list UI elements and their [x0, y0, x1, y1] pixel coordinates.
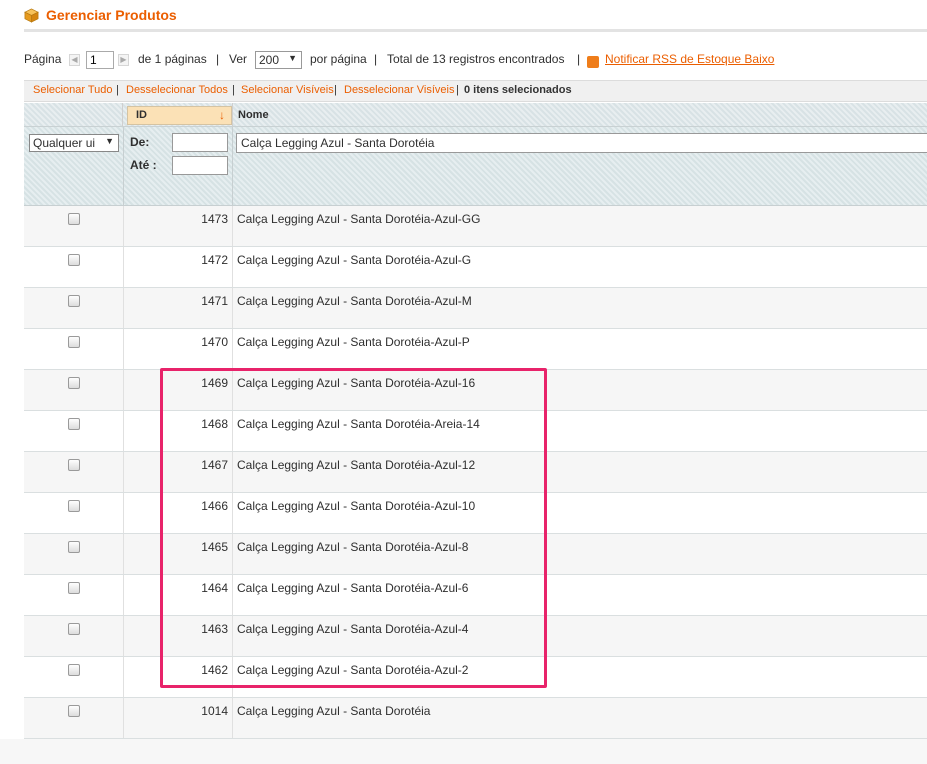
- row-id: 1465: [201, 540, 228, 554]
- unselect-all-link[interactable]: Desselecionar Todos: [126, 84, 228, 96]
- table-row[interactable]: 1469 Calça Legging Azul - Santa Dorotéia-…: [24, 370, 927, 411]
- id-column-label: ID: [136, 109, 147, 121]
- row-name: Calça Legging Azul - Santa Dorotéia-Azul…: [237, 294, 472, 308]
- separator: |: [334, 84, 337, 96]
- filter-select-value: Qualquer ui: [33, 136, 96, 150]
- row-id: 1463: [201, 622, 228, 636]
- next-page-icon[interactable]: ▶: [118, 54, 129, 66]
- separator: |: [232, 84, 235, 96]
- name-column-header[interactable]: Nome: [238, 109, 269, 121]
- table-row[interactable]: 1463 Calça Legging Azul - Santa Dorotéia-…: [24, 616, 927, 657]
- table-row[interactable]: 1466 Calça Legging Azul - Santa Dorotéia-…: [24, 493, 927, 534]
- filter-row: Qualquer ui ▼ De: Até : Calça Legging Az…: [24, 127, 927, 206]
- id-from-label: De:: [130, 135, 150, 149]
- massaction-bar: Selecionar Tudo | Desselecionar Todos | …: [24, 80, 927, 102]
- row-checkbox[interactable]: [68, 336, 80, 348]
- page-number-input[interactable]: [86, 51, 114, 69]
- table-row[interactable]: 1471 Calça Legging Azul - Santa Dorotéia-…: [24, 288, 927, 329]
- row-name: Calça Legging Azul - Santa Dorotéia: [237, 704, 431, 718]
- id-to-label: Até :: [130, 158, 157, 172]
- row-name: Calça Legging Azul - Santa Dorotéia-Azul…: [237, 253, 472, 267]
- row-checkbox[interactable]: [68, 582, 80, 594]
- row-id: 1473: [201, 212, 228, 226]
- separator: |: [456, 84, 459, 96]
- table-row[interactable]: 1465 Calça Legging Azul - Santa Dorotéia-…: [24, 534, 927, 575]
- prev-page-icon[interactable]: ◀: [69, 54, 80, 66]
- row-checkbox[interactable]: [68, 500, 80, 512]
- selected-count: 0 itens selecionados: [464, 84, 572, 96]
- box-icon: [24, 8, 39, 23]
- row-id: 1466: [201, 499, 228, 513]
- row-checkbox[interactable]: [68, 254, 80, 266]
- unselect-visible-link[interactable]: Desselecionar Visíveis: [344, 84, 454, 96]
- view-label: Ver: [229, 52, 248, 66]
- row-checkbox[interactable]: [68, 541, 80, 553]
- row-name: Calça Legging Azul - Santa Dorotéia-Azul…: [237, 540, 469, 554]
- sort-desc-icon: ↓: [219, 108, 225, 122]
- table-row[interactable]: 1467 Calça Legging Azul - Santa Dorotéia-…: [24, 452, 927, 493]
- row-name: Calça Legging Azul - Santa Dorotéia-Azul…: [237, 499, 476, 513]
- row-name: Calça Legging Azul - Santa Dorotéia-Azul…: [237, 622, 469, 636]
- row-name: Calça Legging Azul - Santa Dorotéia-Azul…: [237, 663, 469, 677]
- table-row[interactable]: 1468 Calça Legging Azul - Santa Dorotéia-…: [24, 411, 927, 452]
- row-id: 1469: [201, 376, 228, 390]
- row-checkbox[interactable]: [68, 377, 80, 389]
- row-id: 1464: [201, 581, 228, 595]
- row-name: Calça Legging Azul - Santa Dorotéia-Azul…: [237, 212, 481, 226]
- row-checkbox[interactable]: [68, 418, 80, 430]
- page-header: Gerenciar Produtos: [24, 6, 927, 30]
- page-footer-area: [0, 739, 927, 764]
- page-title: Gerenciar Produtos: [46, 7, 177, 23]
- per-page-select[interactable]: 200 ▼: [255, 51, 302, 69]
- row-id: 1462: [201, 663, 228, 677]
- row-name: Calça Legging Azul - Santa Dorotéia-Azul…: [237, 376, 476, 390]
- checkbox-column-header: [24, 103, 123, 126]
- select-all-link[interactable]: Selecionar Tudo: [33, 84, 113, 96]
- row-name: Calça Legging Azul - Santa Dorotéia-Azul…: [237, 335, 470, 349]
- row-id: 1468: [201, 417, 228, 431]
- per-page-label: por página: [310, 52, 367, 66]
- separator: |: [116, 84, 119, 96]
- chevron-down-icon: ▼: [288, 53, 297, 63]
- chevron-down-icon: ▼: [103, 136, 114, 146]
- row-name: Calça Legging Azul - Santa Dorotéia-Azul…: [237, 458, 476, 472]
- separator: |: [374, 52, 378, 66]
- table-row[interactable]: 1014 Calça Legging Azul - Santa Dorotéia: [24, 698, 927, 739]
- table-row[interactable]: 1462 Calça Legging Azul - Santa Dorotéia-…: [24, 657, 927, 698]
- row-name: Calça Legging Azul - Santa Dorotéia-Arei…: [237, 417, 480, 431]
- pager: Página ◀ ▶ de 1 páginas | Ver 200 ▼ por …: [24, 50, 927, 70]
- row-checkbox[interactable]: [68, 459, 80, 471]
- page-label: Página: [24, 52, 62, 66]
- title-divider: [24, 29, 927, 32]
- total-records-text: Total de 13 registros encontrados: [387, 52, 565, 66]
- rss-icon: [587, 56, 599, 68]
- select-visible-link[interactable]: Selecionar Visíveis: [241, 84, 334, 96]
- row-id: 1467: [201, 458, 228, 472]
- row-checkbox[interactable]: [68, 295, 80, 307]
- per-page-value: 200: [259, 53, 280, 67]
- id-column-header[interactable]: ID ↓: [127, 106, 232, 125]
- row-checkbox[interactable]: [68, 705, 80, 717]
- id-from-input[interactable]: [172, 133, 228, 152]
- row-checkbox[interactable]: [68, 213, 80, 225]
- row-id: 1470: [201, 335, 228, 349]
- table-row[interactable]: 1464 Calça Legging Azul - Santa Dorotéia-…: [24, 575, 927, 616]
- page-count-text: de 1 páginas: [138, 52, 207, 66]
- grid-header: ID ↓ Nome: [24, 103, 927, 127]
- table-row[interactable]: 1473 Calça Legging Azul - Santa Dorotéia-…: [24, 206, 927, 247]
- row-id: 1472: [201, 253, 228, 267]
- separator: |: [577, 52, 581, 66]
- row-id: 1471: [201, 294, 228, 308]
- row-checkbox[interactable]: [68, 623, 80, 635]
- massaction-filter-select[interactable]: Qualquer ui ▼: [29, 134, 119, 152]
- separator: |: [216, 52, 220, 66]
- rss-low-stock-link[interactable]: Notificar RSS de Estoque Baixo: [605, 52, 774, 66]
- table-row[interactable]: 1470 Calça Legging Azul - Santa Dorotéia-…: [24, 329, 927, 370]
- row-name: Calça Legging Azul - Santa Dorotéia-Azul…: [237, 581, 469, 595]
- row-id: 1014: [201, 704, 228, 718]
- row-checkbox[interactable]: [68, 664, 80, 676]
- id-to-input[interactable]: [172, 156, 228, 175]
- name-filter-input[interactable]: Calça Legging Azul - Santa Dorotéia: [236, 133, 927, 153]
- table-row[interactable]: 1472 Calça Legging Azul - Santa Dorotéia-…: [24, 247, 927, 288]
